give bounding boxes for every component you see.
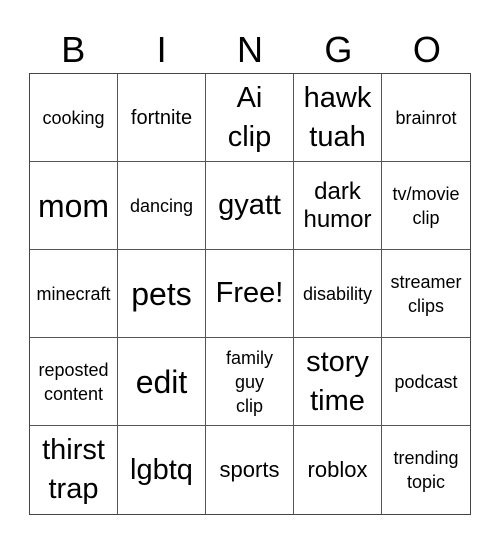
bingo-cell[interactable]: edit	[118, 338, 206, 426]
bingo-cell-label: Free!	[215, 277, 284, 309]
bingo-cell-label: Ai clip	[227, 81, 272, 153]
bingo-grid: cooking fortnite Ai clip hawk tuah brainrot m…	[29, 73, 471, 515]
bingo-cell-label: gyatt	[218, 189, 281, 221]
bingo-cell[interactable]: fortnite	[118, 74, 206, 162]
bingo-cell-label: dark humor	[303, 177, 372, 233]
bingo-cell[interactable]: lgbtq	[118, 426, 206, 514]
bingo-cell-label: minecraft	[36, 283, 111, 304]
bingo-cell[interactable]: pets	[118, 250, 206, 338]
bingo-cell-label: disability	[302, 283, 373, 304]
bingo-cell-label: hawk tuah	[303, 81, 372, 153]
bingo-cell-label: streamer clips	[390, 271, 462, 316]
bingo-cell[interactable]: reposted content	[30, 338, 118, 426]
bingo-cell-label: podcast	[394, 371, 458, 392]
bingo-cell-label: trending topic	[393, 448, 459, 492]
header-letter-g: G	[324, 29, 353, 70]
header-letter-o: O	[412, 29, 441, 70]
bingo-cell[interactable]: tv/movie clip	[382, 162, 470, 250]
bingo-cell[interactable]: Ai clip	[206, 74, 294, 162]
bingo-cell[interactable]: podcast	[382, 338, 470, 426]
bingo-cell-label: brainrot	[395, 107, 457, 128]
bingo-header: B I N G O	[29, 30, 471, 70]
bingo-cell-label: roblox	[307, 457, 368, 482]
bingo-cell[interactable]: streamer clips	[382, 250, 470, 338]
bingo-cell[interactable]: hawk tuah	[294, 74, 382, 162]
bingo-cell[interactable]: thirst trap	[30, 426, 118, 514]
bingo-cell-label: fortnite	[130, 106, 193, 129]
bingo-cell-label: mom	[37, 187, 110, 224]
bingo-cell-label: dancing	[129, 195, 194, 216]
bingo-cell-label: pets	[131, 275, 192, 312]
header-letter-i: I	[156, 29, 167, 70]
bingo-cell-label: thirst trap	[42, 434, 105, 505]
bingo-cell-label: lgbtq	[130, 453, 193, 486]
bingo-cell[interactable]: dark humor	[294, 162, 382, 250]
bingo-cell-label: sports	[219, 457, 280, 482]
bingo-cell[interactable]: story time	[294, 338, 382, 426]
bingo-cell[interactable]: minecraft	[30, 250, 118, 338]
bingo-cell-free[interactable]: Free!	[206, 250, 294, 338]
bingo-cell[interactable]: cooking	[30, 74, 118, 162]
bingo-cell-label: story time	[306, 345, 369, 417]
bingo-cell[interactable]: trending topic	[382, 426, 470, 514]
bingo-cell[interactable]: family guy clip	[206, 338, 294, 426]
header-letter-n: N	[237, 29, 264, 70]
header-letter-b: B	[61, 29, 86, 70]
bingo-cell[interactable]: sports	[206, 426, 294, 514]
bingo-cell[interactable]: mom	[30, 162, 118, 250]
bingo-cell-label: tv/movie clip	[392, 183, 460, 228]
bingo-cell-label: cooking	[42, 107, 105, 128]
bingo-cell-label: family guy clip	[225, 347, 273, 416]
bingo-cell-label: reposted content	[38, 359, 109, 404]
bingo-cell[interactable]: brainrot	[382, 74, 470, 162]
bingo-cell-label: edit	[135, 363, 188, 400]
bingo-cell[interactable]: roblox	[294, 426, 382, 514]
bingo-cell[interactable]: gyatt	[206, 162, 294, 250]
bingo-cell[interactable]: disability	[294, 250, 382, 338]
bingo-cell[interactable]: dancing	[118, 162, 206, 250]
